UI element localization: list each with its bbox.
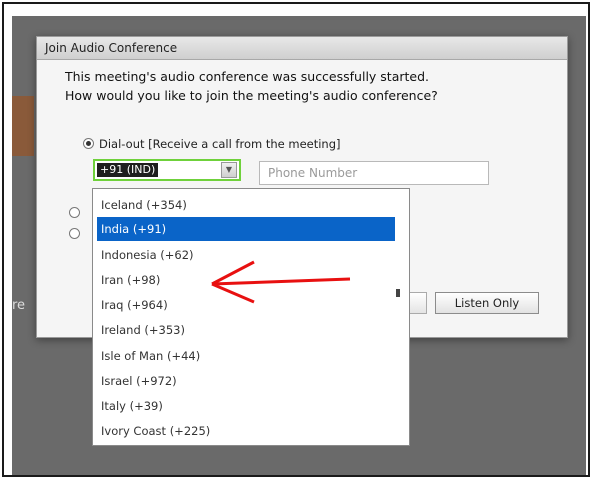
list-item[interactable]: Ivory Coast (+225)	[97, 419, 210, 443]
dialog-title: Join Audio Conference	[37, 37, 567, 60]
list-item[interactable]: Isle of Man (+44)	[97, 344, 200, 368]
dialog-message: This meeting's audio conference was succ…	[65, 67, 438, 105]
message-line-1: This meeting's audio conference was succ…	[65, 69, 430, 84]
list-item[interactable]: Indonesia (+62)	[97, 243, 194, 267]
list-item-selected[interactable]: India (+91)	[97, 217, 395, 241]
list-item[interactable]: Israel (+972)	[97, 369, 177, 393]
chevron-down-icon[interactable]: ▼	[221, 162, 237, 178]
country-code-value: +91 (IND)	[97, 163, 159, 177]
country-code-select[interactable]: +91 (IND) ▼	[93, 159, 241, 181]
radio-dialout[interactable]	[83, 138, 94, 149]
scrollbar-thumb[interactable]	[396, 289, 400, 297]
list-item[interactable]: Ireland (+353)	[97, 318, 185, 342]
list-item[interactable]: Iceland (+354)	[97, 193, 187, 217]
dialout-label: Dial-out [Receive a call from the meetin…	[99, 137, 341, 151]
message-line-2: How would you like to join the meeting's…	[65, 88, 438, 103]
red-arrow-icon	[211, 260, 351, 304]
radio-option-2[interactable]	[69, 207, 80, 218]
list-item[interactable]: Italy (+39)	[97, 394, 163, 418]
country-dropdown-list[interactable]: Iceland (+354) India (+91) Indonesia (+6…	[92, 188, 410, 446]
phone-number-input[interactable]	[259, 161, 489, 185]
list-item[interactable]: Iraq (+964)	[97, 293, 168, 317]
list-item[interactable]: Iran (+98)	[97, 268, 160, 292]
listen-only-button[interactable]: Listen Only	[435, 292, 539, 314]
radio-option-3[interactable]	[69, 228, 80, 239]
background-thumbnail	[12, 96, 34, 156]
